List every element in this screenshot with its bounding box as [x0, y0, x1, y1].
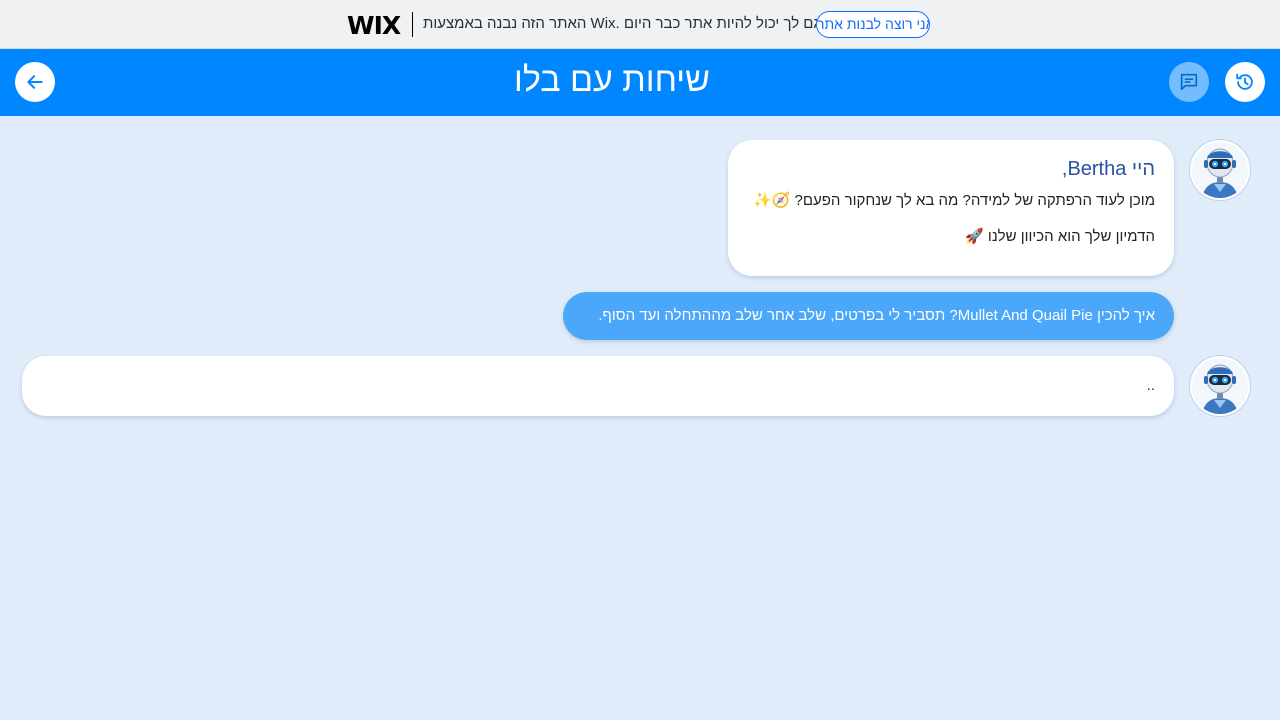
bot-message: היי Bertha, מוכן לעוד הרפתקה של למידה? מ… [728, 140, 1174, 276]
bot-avatar [1190, 140, 1250, 200]
app-header: שיחות עם בלו [0, 49, 1280, 116]
message-line-text: מוכן לעוד הרפתקה של למידה? מה בא לך שנחק… [794, 192, 1156, 209]
history-button[interactable] [1225, 62, 1265, 102]
message-line: מוכן לעוד הרפתקה של למידה? מה בא לך שנחק… [747, 190, 1155, 211]
user-message: איך להכין Mullet And Quail Pie? תסביר לי… [563, 292, 1174, 340]
message-line: הדמיון שלך הוא הכיוון שלנו 🚀 [747, 226, 1155, 247]
new-chat-button[interactable] [1169, 62, 1209, 102]
build-site-button[interactable]: אני רוצה לבנות אתר [816, 11, 930, 38]
bot-typing-message: .. [22, 356, 1174, 416]
wix-logo[interactable]: WIX [347, 11, 401, 40]
history-icon [1236, 73, 1253, 90]
robot-avatar-icon [1192, 142, 1248, 198]
compass-sparkles-emoji: 🧭✨ [752, 191, 791, 209]
banner-divider [412, 12, 413, 37]
wix-banner: WIX האתר הזה נבנה באמצעות Wix. גם לך יכו… [0, 0, 1280, 49]
bot-avatar [1190, 356, 1250, 416]
page-title: שיחות עם בלו [514, 61, 710, 99]
wix-banner-message: האתר הזה נבנה באמצעות Wix. גם לך יכול לה… [423, 15, 824, 32]
rocket-emoji: 🚀 [965, 227, 984, 245]
message-line-text: הדמיון שלך הוא הכיוון שלנו [987, 228, 1155, 245]
typing-indicator: .. [1146, 377, 1155, 394]
robot-avatar-icon [1192, 358, 1248, 414]
chat-bubble-icon [1180, 73, 1198, 91]
greeting-text: היי Bertha, [1061, 158, 1155, 180]
